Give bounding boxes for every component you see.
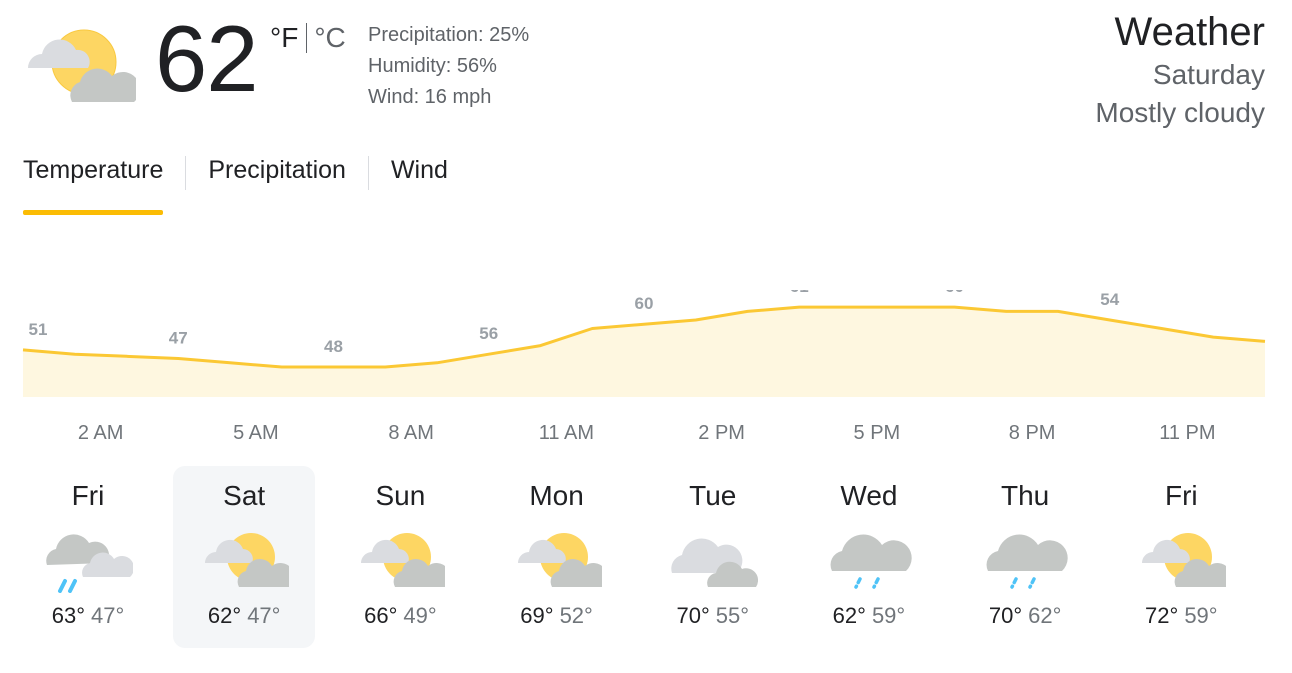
partly-cloudy-sun-icon (1142, 533, 1227, 587)
x-tick-label: 11 AM (539, 422, 594, 444)
day-temps: 72° 59° (1110, 603, 1252, 629)
x-tick-label: 5 PM (854, 422, 901, 444)
high-temp: 62° (832, 603, 866, 628)
partly-cloudy-sun-icon (205, 533, 290, 587)
precipitation-text: Precipitation: 25% (368, 24, 530, 46)
partly-cloudy-sun-icon (28, 29, 136, 102)
weather-title-block: Weather Saturday Mostly cloudy (1095, 8, 1265, 132)
low-temp: 59° (1184, 603, 1218, 628)
tab-divider (367, 155, 369, 190)
fahrenheit-button[interactable]: °F (270, 22, 298, 54)
tab-wind[interactable]: Wind (391, 150, 448, 195)
point-label: 60 (635, 294, 654, 313)
x-tick-label: 2 PM (698, 422, 745, 444)
forecast-day[interactable]: Thu 70° 62° (954, 466, 1096, 648)
rain-icon (986, 534, 1068, 589)
high-temp: 70° (988, 603, 1023, 628)
day-name: Mon (529, 480, 584, 511)
low-temp: 59° (871, 603, 906, 628)
x-tick-label: 11 PM (1159, 422, 1215, 444)
high-temp: 62° (207, 603, 242, 628)
day-temps: 63° 47° (17, 603, 159, 629)
forecast-day[interactable]: Sat 62° 47° (173, 466, 316, 648)
low-temp: 55° (715, 603, 750, 628)
point-label: 48 (324, 337, 343, 356)
unit-divider (306, 23, 308, 53)
selected-day: Saturday (1152, 59, 1265, 90)
point-label: 56 (479, 324, 498, 343)
day-temps: 62° 59° (798, 603, 940, 629)
high-temp: 63° (51, 603, 85, 628)
low-temp: 49° (403, 603, 437, 628)
day-name: Sat (223, 480, 266, 511)
forecast-day[interactable]: Tue 70° 55° (642, 466, 784, 648)
forecast-day[interactable]: Sun 66° 49° (329, 466, 471, 648)
point-label: 61 (790, 290, 809, 296)
celsius-button[interactable]: °C (314, 22, 345, 54)
tab-temperature[interactable]: Temperature (23, 150, 164, 215)
cloudy-rain-icon (46, 534, 133, 593)
temperature-chart: 51 47 48 56 60 61 60 54 2 AM 5 AM 8 AM 11 AM 2 PM 5 P… (22, 290, 1266, 444)
cloudy-rain-icon (17, 521, 159, 593)
tab-precipitation[interactable]: Precipitation (208, 150, 346, 195)
day-temps: 70° 62° (954, 603, 1096, 629)
day-temps: 69° 52° (486, 603, 628, 629)
cloudy-icon (642, 521, 784, 593)
day-name: Tue (689, 480, 737, 511)
day-name: Sun (375, 480, 426, 511)
partly-cloudy-sun-icon (361, 533, 446, 587)
rain-icon (798, 521, 940, 593)
low-temp: 52° (559, 603, 593, 628)
wind-text: Wind: 16 mph (368, 86, 492, 108)
point-label: 51 (29, 320, 48, 339)
partly-cloudy-sun-icon (517, 533, 602, 587)
forecast-day[interactable]: Wed 62° 59° (798, 466, 940, 648)
rain-icon (954, 521, 1096, 593)
point-label: 47 (169, 328, 188, 347)
cloudy-icon (671, 538, 758, 587)
high-temp: 70° (676, 603, 710, 628)
forecast-day[interactable]: Fri 72° 59° (1110, 466, 1252, 648)
day-name: Wed (840, 480, 898, 511)
low-temp: 47° (247, 603, 281, 628)
x-tick-label: 8 AM (388, 422, 434, 444)
forecast-day[interactable]: Mon 69° 52° (486, 466, 628, 648)
day-name: Fri (1164, 480, 1198, 511)
high-temp: 72° (1145, 603, 1179, 628)
rain-icon (830, 534, 912, 589)
high-temp: 69° (520, 603, 554, 628)
daily-forecast: Fri 63° 47° Sat 62° 47° Sun 66° 49° Mon 69°… (17, 466, 1267, 648)
partly-cloudy-sun-icon (1110, 521, 1252, 593)
day-temps: 70° 55° (642, 603, 784, 629)
high-temp: 66° (364, 603, 398, 628)
day-name: Thu (1001, 480, 1050, 511)
humidity-text: Humidity: 56% (368, 55, 497, 77)
x-tick-label: 5 AM (233, 422, 279, 444)
current-temperature: 62 (155, 6, 259, 111)
day-temps: 62° 47° (173, 603, 315, 629)
partly-cloudy-sun-icon (329, 521, 471, 593)
forecast-day[interactable]: Fri 63° 47° (17, 466, 159, 648)
day-temps: 66° 49° (329, 603, 471, 629)
x-tick-label: 8 PM (1009, 422, 1056, 444)
point-label: 54 (1100, 290, 1119, 309)
x-tick-label: 2 AM (78, 422, 124, 444)
point-label: 60 (945, 290, 964, 296)
condition-text: Mostly cloudy (1095, 97, 1265, 128)
low-temp: 62° (1028, 603, 1062, 628)
partly-cloudy-sun-icon (173, 521, 315, 593)
temperature-area (23, 307, 1265, 397)
current-details: Precipitation: 25% Humidity: 56% Wind: 1… (368, 20, 529, 113)
partly-cloudy-sun-icon (486, 521, 628, 593)
chart-tabs: Temperature Precipitation Wind (23, 150, 448, 215)
tab-divider (185, 155, 187, 190)
low-temp: 47° (91, 603, 125, 628)
weather-title: Weather (1114, 10, 1265, 54)
unit-toggle: °F °C (270, 22, 346, 54)
day-name: Fri (71, 480, 105, 511)
